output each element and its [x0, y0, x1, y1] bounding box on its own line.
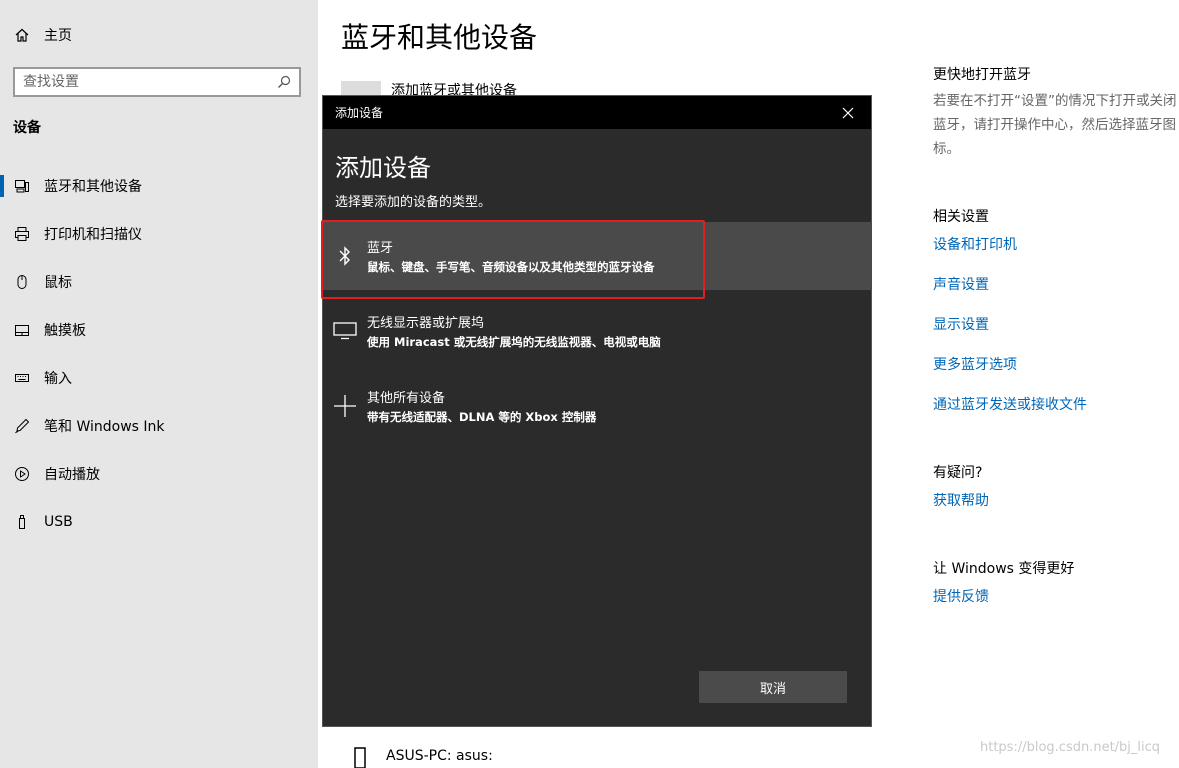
dialog-subtitle: 选择要添加的设备的类型。 — [335, 195, 492, 210]
quick-open-description: 若要在不打开“设置”的情况下打开或关闭蓝牙，请打开操作中心，然后选择蓝牙图标。 — [933, 93, 1177, 157]
pen-icon — [0, 418, 44, 434]
sidebar-item-label: 笔和 Windows Ink — [44, 419, 165, 435]
home-label: 主页 — [44, 28, 72, 44]
sidebar-item-label: 自动播放 — [44, 467, 100, 483]
sidebar-item-printers[interactable]: 打印机和扫描仪 — [0, 214, 318, 254]
search-icon[interactable] — [277, 75, 291, 89]
page-title: 蓝牙和其他设备 — [341, 21, 538, 54]
sidebar-item-label: 鼠标 — [44, 275, 72, 291]
device-name: ASUS-PC: asus: — [386, 748, 493, 764]
bluetooth-icon — [323, 245, 367, 267]
monitor-icon — [323, 322, 367, 340]
close-button[interactable] — [825, 96, 871, 129]
touchpad-icon — [0, 322, 44, 338]
sidebar: 主页 设备 蓝牙和其他设备 打印机和扫描仪 鼠标 触摸板 输入 — [0, 0, 318, 768]
option-wireless-display[interactable]: 无线显示器或扩展坞 使用 Miracast 或无线扩展坞的无线监视器、电视或电脑 — [323, 297, 872, 365]
dialog-titlebar[interactable]: 添加设备 — [323, 96, 871, 129]
home-link[interactable]: 主页 — [14, 24, 72, 46]
watermark: https://blog.csdn.net/bj_licq — [980, 740, 1161, 755]
feedback-link[interactable]: 提供反馈 — [933, 586, 989, 606]
printer-icon — [0, 226, 44, 242]
phone-icon — [354, 747, 366, 768]
sidebar-item-label: 打印机和扫描仪 — [44, 227, 142, 243]
get-help-link[interactable]: 获取帮助 — [933, 490, 989, 510]
add-device-dialog: 添加设备 添加设备 选择要添加的设备的类型。 蓝牙 鼠标、键盘、手写笔、音频设备… — [321, 95, 872, 727]
sidebar-item-touchpad[interactable]: 触摸板 — [0, 310, 318, 350]
search-box[interactable] — [13, 67, 301, 97]
sidebar-item-label: 输入 — [44, 371, 72, 387]
sidebar-item-typing[interactable]: 输入 — [0, 358, 318, 398]
related-settings-title: 相关设置 — [933, 209, 989, 225]
link-display-settings[interactable]: 显示设置 — [933, 314, 989, 334]
keyboard-icon — [0, 370, 44, 386]
close-icon — [842, 107, 854, 118]
mouse-icon — [0, 274, 44, 290]
section-label-devices: 设备 — [13, 120, 41, 136]
device-item[interactable]: ASUS-PC: asus: — [350, 744, 493, 768]
option-bluetooth[interactable]: 蓝牙 鼠标、键盘、手写笔、音频设备以及其他类型的蓝牙设备 — [323, 222, 872, 290]
sidebar-item-mouse[interactable]: 鼠标 — [0, 262, 318, 302]
sidebar-item-label: 触摸板 — [44, 323, 86, 339]
dialog-window-title: 添加设备 — [335, 106, 384, 120]
dialog-heading: 添加设备 — [335, 154, 431, 182]
search-input[interactable] — [23, 74, 277, 90]
option-description: 带有无线适配器、DLNA 等的 Xbox 控制器 — [367, 410, 597, 424]
sidebar-item-bluetooth[interactable]: 蓝牙和其他设备 — [0, 166, 318, 206]
link-bluetooth-file-transfer[interactable]: 通过蓝牙发送或接收文件 — [933, 394, 1087, 414]
quick-open-title: 更快地打开蓝牙 — [933, 67, 1031, 83]
sidebar-item-label: USB — [44, 514, 73, 530]
autoplay-icon — [0, 466, 44, 482]
home-icon — [15, 28, 29, 42]
link-sound-settings[interactable]: 声音设置 — [933, 274, 989, 294]
option-name: 其他所有设备 — [367, 391, 446, 406]
improve-windows-title: 让 Windows 变得更好 — [933, 561, 1075, 577]
bluetooth-devices-icon — [0, 178, 44, 194]
plus-icon — [323, 394, 367, 418]
question-title: 有疑问? — [933, 465, 983, 481]
link-more-bluetooth-options[interactable]: 更多蓝牙选项 — [933, 354, 1017, 374]
option-description: 鼠标、键盘、手写笔、音频设备以及其他类型的蓝牙设备 — [367, 260, 655, 274]
sidebar-item-pen[interactable]: 笔和 Windows Ink — [0, 406, 318, 446]
option-everything-else[interactable]: 其他所有设备 带有无线适配器、DLNA 等的 Xbox 控制器 — [323, 372, 872, 440]
sidebar-item-label: 蓝牙和其他设备 — [44, 179, 142, 195]
link-devices-printers[interactable]: 设备和打印机 — [933, 234, 1017, 254]
sidebar-item-autoplay[interactable]: 自动播放 — [0, 454, 318, 494]
option-name: 无线显示器或扩展坞 — [367, 316, 485, 331]
cancel-button[interactable]: 取消 — [699, 671, 847, 703]
sidebar-item-usb[interactable]: USB — [0, 502, 318, 542]
usb-icon — [0, 514, 44, 530]
option-description: 使用 Miracast 或无线扩展坞的无线监视器、电视或电脑 — [367, 335, 661, 349]
option-name: 蓝牙 — [367, 241, 394, 256]
